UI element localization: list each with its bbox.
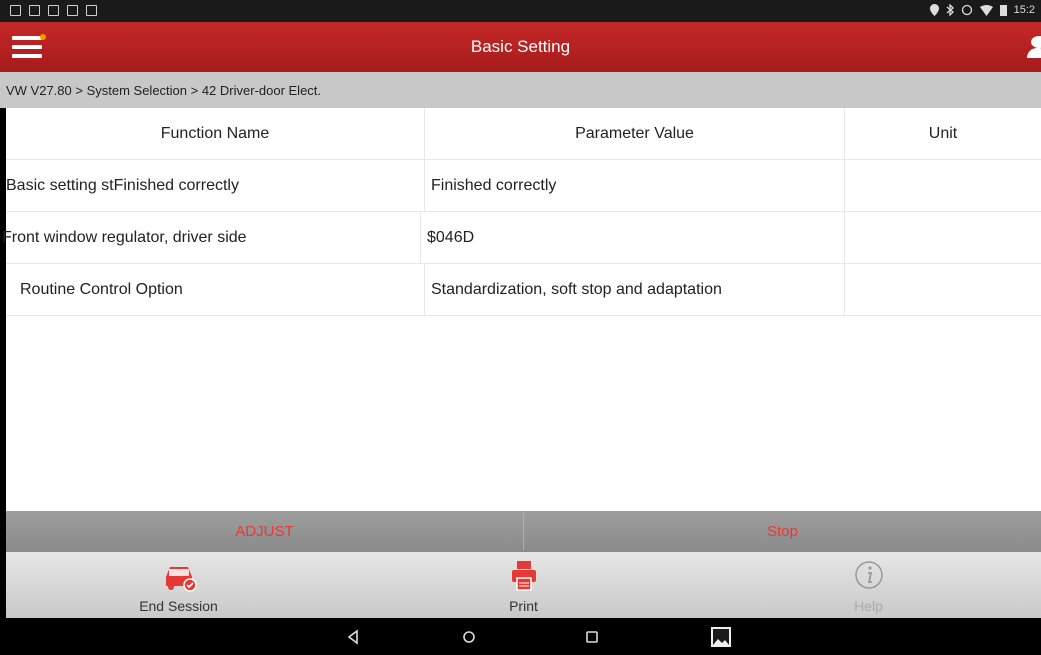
bottom-toolbar: End Session Print Help	[6, 552, 1041, 618]
row-unit	[845, 264, 1041, 315]
status-bar: 15:2	[0, 0, 1041, 22]
help-label: Help	[854, 598, 883, 614]
table-row[interactable]: Front window regulator, driver side $046…	[2, 212, 1041, 264]
notification-icon	[67, 5, 78, 16]
table-row[interactable]: Routine Control Option Standardization, …	[6, 264, 1041, 316]
gallery-icon[interactable]	[708, 624, 734, 650]
table-row[interactable]: Basic setting stFinished correctly Finis…	[6, 160, 1041, 212]
wifi-icon	[979, 4, 993, 16]
app-bar: Basic Setting	[0, 22, 1041, 72]
user-icon	[1031, 36, 1041, 48]
battery-icon	[999, 5, 1007, 16]
user-button[interactable]	[1025, 34, 1041, 60]
action-bar: ADJUST Stop	[6, 511, 1041, 552]
parameter-table: Function Name Parameter Value Unit Basic…	[2, 108, 1041, 511]
row-unit	[845, 160, 1041, 211]
row-function-name: Basic setting stFinished correctly	[6, 160, 425, 211]
recent-apps-icon[interactable]	[579, 624, 605, 650]
table-header: Function Name Parameter Value Unit	[6, 108, 1041, 160]
navigation-bar	[0, 618, 1041, 655]
status-system-icons: 15:2	[929, 4, 1035, 16]
row-parameter-value: Finished correctly	[425, 160, 845, 211]
notification-icon	[29, 5, 40, 16]
bluetooth-icon	[946, 4, 954, 16]
home-icon[interactable]	[456, 624, 482, 650]
header-parameter-value: Parameter Value	[425, 108, 845, 159]
print-label: Print	[509, 598, 538, 614]
row-parameter-value: Standardization, soft stop and adaptatio…	[425, 264, 845, 315]
header-unit: Unit	[928, 124, 958, 142]
user-icon-body	[1027, 48, 1041, 58]
location-icon	[929, 4, 939, 16]
info-icon	[854, 561, 883, 589]
notification-icon	[48, 5, 59, 16]
back-icon[interactable]	[340, 624, 366, 650]
header-function-name: Function Name	[6, 108, 425, 159]
printer-icon	[511, 561, 536, 591]
help-button[interactable]: Help	[696, 552, 1041, 618]
status-time: 15:2	[1013, 4, 1035, 16]
row-function-name: Front window regulator, driver side	[2, 212, 421, 263]
row-parameter-value: $046D	[421, 212, 845, 263]
end-session-button[interactable]: End Session	[6, 552, 351, 618]
end-session-label: End Session	[139, 598, 218, 614]
page-title: Basic Setting	[470, 37, 571, 56]
stop-button[interactable]: Stop	[524, 511, 1041, 552]
breadcrumb: VW V27.80 > System Selection > 42 Driver…	[0, 72, 1041, 108]
status-notification-icons	[10, 5, 97, 16]
row-unit	[845, 212, 1041, 263]
alarm-icon	[961, 4, 972, 16]
adjust-button[interactable]: ADJUST	[6, 511, 523, 552]
notification-icon	[86, 5, 97, 16]
row-function-name: Routine Control Option	[6, 264, 425, 315]
notification-icon	[10, 5, 21, 16]
car-check-icon	[165, 567, 197, 592]
print-button[interactable]: Print	[351, 552, 696, 618]
